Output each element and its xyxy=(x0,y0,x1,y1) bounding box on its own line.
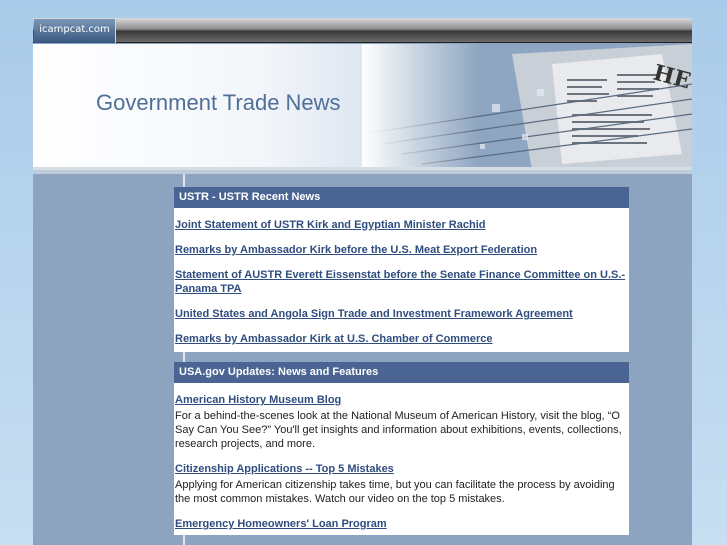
update-text: For a behind-the-scenes look at the Nati… xyxy=(175,410,622,450)
news-link[interactable]: Statement of AUSTR Everett Eissenstat be… xyxy=(175,268,628,296)
main-content: USTR - USTR Recent News Joint Statement … xyxy=(174,187,629,535)
page-title: Government Trade News xyxy=(96,90,341,115)
header-banner: Government Trade News xyxy=(33,44,692,170)
update-link[interactable]: Citizenship Applications -- Top 5 Mistak… xyxy=(175,462,628,476)
update-text: Applying for American citizenship takes … xyxy=(175,479,615,505)
newspaper-image: HE D xyxy=(362,44,692,167)
news-link[interactable]: Remarks by Ambassador Kirk before the U.… xyxy=(175,243,628,257)
update-link[interactable]: American History Museum Blog xyxy=(175,393,628,407)
news-link[interactable]: Remarks by Ambassador Kirk at U.S. Chamb… xyxy=(175,332,628,346)
ustr-news-heading: USTR - USTR Recent News xyxy=(174,187,629,208)
ustr-news-list: Joint Statement of USTR Kirk and Egyptia… xyxy=(174,208,629,352)
ustr-news-box: USTR - USTR Recent News Joint Statement … xyxy=(174,187,629,352)
update-link[interactable]: Emergency Homeowners' Loan Program xyxy=(175,517,628,531)
sidebar xyxy=(33,174,185,545)
news-link[interactable]: Joint Statement of USTR Kirk and Egyptia… xyxy=(175,218,628,232)
site-tab[interactable]: icampcat.com xyxy=(34,19,116,43)
top-bar: icampcat.com xyxy=(33,18,692,43)
news-link[interactable]: United States and Angola Sign Trade and … xyxy=(175,307,628,321)
usagov-updates-list: American History Museum Blog For a behin… xyxy=(174,383,629,535)
usagov-updates-heading: USA.gov Updates: News and Features xyxy=(174,362,629,383)
usagov-updates-box: USA.gov Updates: News and Features Ameri… xyxy=(174,362,629,535)
